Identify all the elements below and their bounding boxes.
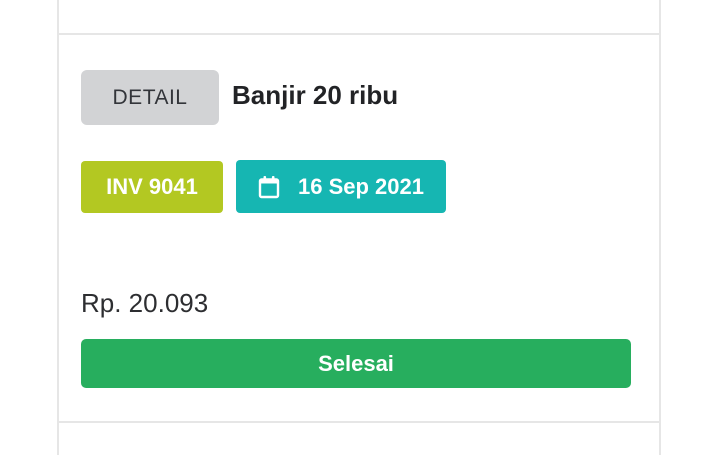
invoice-number: INV 9041 [106,174,198,199]
done-button-label: Selesai [318,350,394,376]
detail-button[interactable]: DETAIL [81,70,219,125]
card-divider-bottom [59,421,659,423]
order-card: DETAIL Banjir 20 ribu INV 9041 16 Sep 20… [57,0,661,455]
card-divider-top [59,33,659,35]
detail-button-label: DETAIL [112,85,188,109]
order-date: 16 Sep 2021 [298,173,424,199]
product-title: Banjir 20 ribu [232,80,399,110]
invoice-badge: INV 9041 [81,161,223,213]
price-amount: Rp. 20.093 [81,288,209,318]
calendar-icon [258,175,280,199]
date-badge: 16 Sep 2021 [236,160,446,213]
done-button[interactable]: Selesai [81,339,631,388]
